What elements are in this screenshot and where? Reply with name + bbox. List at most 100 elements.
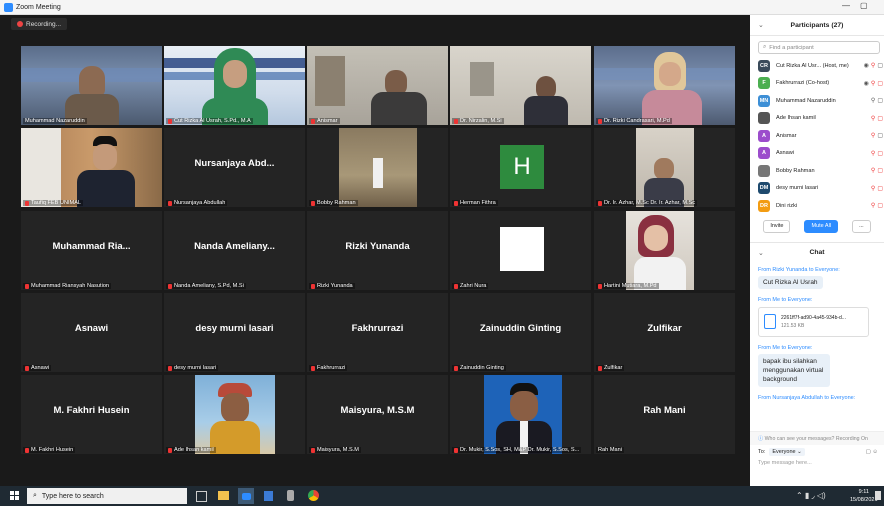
- avatar: F: [758, 77, 770, 90]
- participant-row[interactable]: MN Muhammad Nazaruddin ⚲ ▢: [750, 92, 884, 110]
- video-tile[interactable]: Nanda Ameliany... Nanda Ameliany, S.Pd, …: [164, 211, 305, 290]
- status-icons: ⚲ ▢: [870, 150, 883, 157]
- participant-video: [450, 375, 591, 454]
- participant-video: [164, 375, 305, 454]
- recipient-select[interactable]: Everyone ⌄: [769, 448, 805, 456]
- recording-label: Recording...: [26, 20, 62, 28]
- video-tile[interactable]: Muhammad Nazaruddin: [21, 46, 162, 125]
- muted-mic-icon: [311, 200, 315, 206]
- notifications-icon[interactable]: [875, 491, 881, 500]
- participant-name: Asnawi: [74, 323, 109, 334]
- participant-label: Zulfikar: [596, 365, 625, 371]
- chat-sender: From Me to Everyone:: [758, 344, 813, 351]
- chevron-down-icon[interactable]: ⌄: [758, 21, 764, 29]
- video-tile[interactable]: Bobby Rahman: [307, 128, 448, 207]
- video-tile[interactable]: Muhammad Ria... Muhammad Riansyah Nasuti…: [21, 211, 162, 290]
- invite-button[interactable]: Invite: [763, 219, 791, 233]
- avatar: A: [758, 129, 770, 142]
- participant-row[interactable]: A Anismar ⚲ ▢: [750, 127, 884, 145]
- task-view-icon[interactable]: [196, 491, 207, 502]
- info-icon: ⓘ: [758, 436, 764, 442]
- video-tile[interactable]: H Herman Fithra: [450, 128, 591, 207]
- find-participant-input[interactable]: ⌕ Find a participant: [758, 41, 880, 54]
- video-tile[interactable]: Maisyura, M.S.M Maisyura, M.S.M: [307, 375, 448, 454]
- participant-name: Zulfikar: [647, 323, 682, 334]
- participant-row[interactable]: DR Dini rizki ⚲ ▢: [750, 197, 884, 215]
- video-tile[interactable]: Dr. Rizki Candrasari, M.Pd: [594, 46, 735, 125]
- video-tile[interactable]: Asnawi Asnawi: [21, 293, 162, 372]
- video-tile[interactable]: Hartini Mutiara, M.Pd: [594, 211, 735, 290]
- video-tile[interactable]: desy murni lasari desy murni lasari: [164, 293, 305, 372]
- participant-name: Rah Mani: [643, 405, 686, 416]
- more-button[interactable]: ...: [852, 219, 871, 233]
- participant-row[interactable]: CR Cut Rizka Al Usr... (Host, me) ◉ ⚲ ▢: [750, 57, 884, 75]
- muted-mic-icon: [168, 365, 172, 371]
- system-tray-icons[interactable]: ⌃ ▮ ◞ ◁): [796, 491, 826, 500]
- video-tile[interactable]: Ade Ihsan kamil: [164, 375, 305, 454]
- participant-row[interactable]: DM desy murni lasari ⚲ ▢: [750, 180, 884, 198]
- muted-mic-icon: [25, 365, 29, 371]
- taskbar-search-input[interactable]: ⌕ Type here to search: [27, 488, 187, 504]
- file-share-icon[interactable]: ▢ ☺: [866, 449, 878, 455]
- video-tile[interactable]: Dr. Mukir, S.Sos, SH, M&P Dr. Mukir, S.S…: [450, 375, 591, 454]
- participant-row[interactable]: F Fakhrurrazi (Co-host) ◉ ⚲ ▢: [750, 75, 884, 93]
- video-tile[interactable]: Rah Mani Rah Mani: [594, 375, 735, 454]
- video-tile[interactable]: Nursanjaya Abd... Nursanjaya Abdullah: [164, 128, 305, 207]
- to-label: To:: [758, 449, 766, 455]
- zoom-taskbar-icon[interactable]: [238, 488, 254, 504]
- file-explorer-icon[interactable]: [218, 491, 229, 500]
- video-tile[interactable]: Fakhrurrazi Fakhrurrazi: [307, 293, 448, 372]
- chrome-icon[interactable]: [308, 490, 319, 501]
- chat-header: ⌄ Chat: [750, 241, 884, 263]
- video-tile[interactable]: Dr. Ir. Azhar, M.Sc Dr. Ir. Azhar, M.Sc: [594, 128, 735, 207]
- muted-mic-icon: [598, 283, 602, 289]
- participant-name: Zainuddin Ginting: [479, 323, 562, 334]
- restore-button[interactable]: ▢: [860, 1, 868, 10]
- minimize-button[interactable]: —: [842, 1, 850, 10]
- video-tile[interactable]: Anismar: [307, 46, 448, 125]
- clock[interactable]: 9:11 15/08/2021: [850, 488, 878, 504]
- file-info: 2261ff7f-ad90-4a45-934b-d... 121.53 KB: [781, 315, 846, 329]
- participant-label: Taufiq FEB UNIMAL: [23, 200, 84, 206]
- muted-mic-icon: [168, 283, 172, 289]
- video-tile[interactable]: Rizki Yunanda Rizki Yunanda: [307, 211, 448, 290]
- participant-video: [594, 211, 735, 290]
- clock-date: 15/08/2021: [850, 497, 878, 503]
- participant-row[interactable]: Bobby Rahman ⚲ ▢: [750, 162, 884, 180]
- video-tile[interactable]: Zulfikar Zulfikar: [594, 293, 735, 372]
- search-icon: ⌕: [33, 492, 37, 499]
- video-tile[interactable]: Dr. Nirzalin, M.Si: [450, 46, 591, 125]
- participant-name: Muhammad Ria...: [52, 241, 131, 252]
- chat-message-input[interactable]: Type message here...: [750, 456, 884, 466]
- recording-indicator[interactable]: Recording...: [11, 18, 68, 30]
- chevron-down-icon: ⌄: [797, 449, 802, 455]
- participant-name: Nanda Ameliany...: [194, 241, 275, 252]
- chat-file-attachment[interactable]: 2261ff7f-ad90-4a45-934b-d... 121.53 KB: [758, 306, 869, 337]
- mute-all-button[interactable]: Mute All: [804, 219, 839, 233]
- chevron-down-icon[interactable]: ⌄: [758, 249, 764, 257]
- participant-label: Nanda Ameliany, S.Pd, M.Si: [166, 283, 246, 289]
- video-gallery: Recording... Muhammad Nazaruddin Cut Riz…: [0, 15, 750, 486]
- participant-label: Bobby Rahman: [309, 200, 358, 206]
- video-tile[interactable]: Zainuddin Ginting Zainuddin Ginting: [450, 293, 591, 372]
- participant-row[interactable]: Ade Ihsan kamil ⚲ ▢: [750, 110, 884, 128]
- phone-icon[interactable]: [287, 490, 294, 501]
- avatar: MN: [758, 94, 770, 107]
- windows-start-icon[interactable]: [10, 491, 19, 500]
- file-size: 121.53 KB: [781, 322, 805, 329]
- word-icon[interactable]: [264, 491, 273, 501]
- participant-name: Maisyura, M.S.M: [340, 405, 415, 416]
- participant-name: Fakhrurrazi: [351, 323, 404, 334]
- video-tile[interactable]: Cut Rizka Al Usrah, S.Pd., M.A: [164, 46, 305, 125]
- active-speaker-tile[interactable]: Taufiq FEB UNIMAL: [21, 128, 162, 207]
- chat-message: bapak ibu silahkan menggunakan virtual b…: [758, 353, 830, 387]
- video-tile[interactable]: M. Fakhri Husein M. Fakhri Husein: [21, 375, 162, 454]
- avatar: DM: [758, 182, 770, 195]
- video-tile[interactable]: Zahri Nura: [450, 211, 591, 290]
- participant-label: Maisyura, M.S.M: [309, 447, 361, 453]
- chat-sender: From Nursanjaya Abdullah to Everyone:: [758, 394, 856, 401]
- muted-mic-icon: [311, 118, 315, 124]
- participant-label: Zainuddin Ginting: [452, 365, 506, 371]
- find-participant-placeholder: Find a participant: [769, 44, 814, 51]
- participant-row[interactable]: A Asnawi ⚲ ▢: [750, 145, 884, 163]
